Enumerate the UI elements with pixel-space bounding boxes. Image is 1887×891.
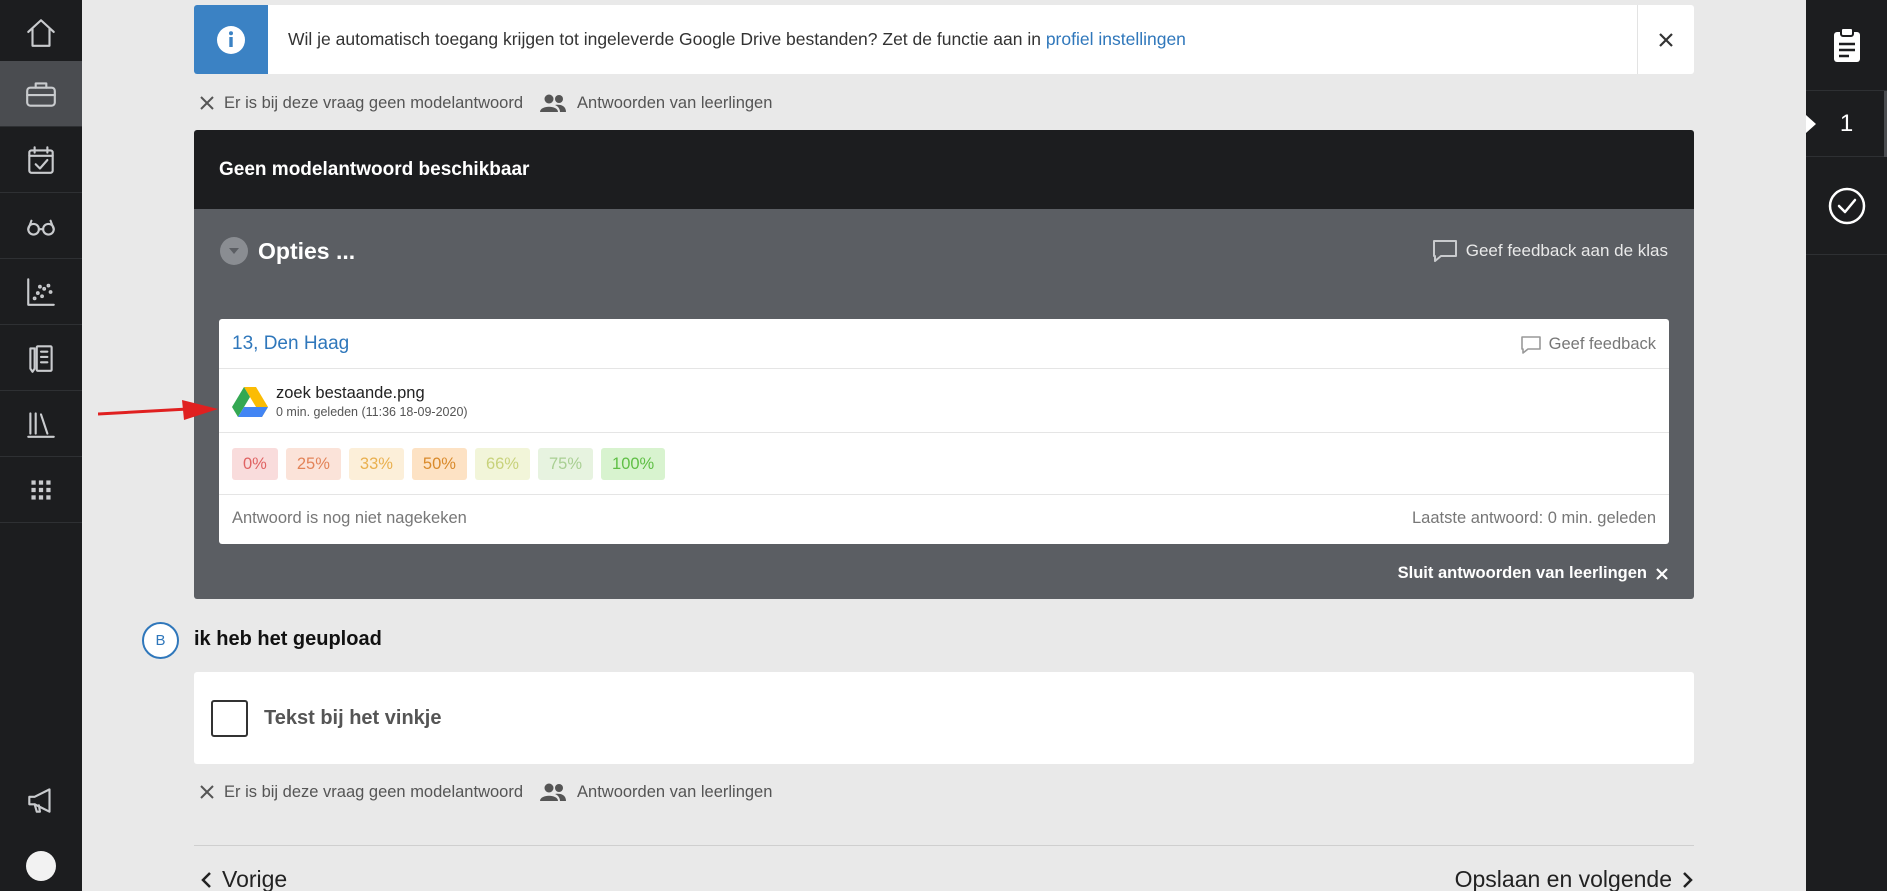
library-icon: [27, 411, 55, 438]
sidebar-item-glasses[interactable]: [0, 193, 82, 259]
chevron-down-icon: [220, 237, 248, 265]
student-answers-toggle[interactable]: Antwoorden van leerlingen: [539, 93, 772, 113]
class-feedback-label: Geef feedback aan de klas: [1465, 241, 1668, 260]
checkbox-card: Tekst bij het vinkje: [194, 672, 1694, 764]
question-a-meta: Er is bij deze vraag geen modelantwoord …: [200, 90, 788, 116]
question-b-meta: Er is bij deze vraag geen modelantwoord …: [200, 779, 788, 805]
apps-grid-icon: [31, 479, 51, 500]
model-answer-header: Geen modelantwoord beschikbaar: [194, 130, 1694, 209]
close-student-answers-button[interactable]: Sluit antwoorden van leerlingen: [1398, 564, 1668, 583]
question-nav-item-1[interactable]: 1: [1806, 91, 1887, 157]
home-icon: [27, 18, 55, 47]
student-answers-toggle[interactable]: Antwoorden van leerlingen: [539, 782, 772, 802]
checkbox-label: Tekst bij het vinkje: [264, 706, 442, 729]
clipboard-button[interactable]: [1806, 0, 1887, 91]
student-answers-label: Antwoorden van leerlingen: [577, 782, 773, 801]
grade-button[interactable]: 0%: [232, 448, 278, 480]
close-icon: [200, 785, 214, 799]
file-name: zoek bestaande.png: [276, 384, 425, 402]
uploaded-file[interactable]: zoek bestaande.png 0 min. geleden (11:36…: [232, 384, 468, 419]
sidebar-item-home[interactable]: [0, 0, 82, 66]
sidebar-item-library[interactable]: [0, 391, 82, 457]
info-banner: Wil je automatisch toegang krijgen tot i…: [194, 5, 1694, 74]
grade-button[interactable]: 66%: [474, 448, 530, 480]
class-feedback-button[interactable]: Geef feedback aan de klas: [1432, 239, 1668, 263]
scatter-chart-icon: [27, 277, 55, 306]
give-feedback-label: Geef feedback: [1548, 335, 1656, 353]
glasses-icon: [27, 219, 55, 236]
close-icon: [200, 96, 214, 110]
question-number: 1: [1839, 109, 1854, 137]
student-answers-panel: Opties ... Geef feedback aan de klas 13,…: [194, 209, 1694, 599]
file-timestamp: 0 min. geleden (11:36 18-09-2020): [276, 405, 468, 419]
google-drive-icon: [232, 386, 268, 417]
check-button[interactable]: [1806, 157, 1887, 255]
sidebar-item-announcements[interactable]: [0, 767, 82, 833]
sidebar-item-apps[interactable]: [0, 457, 82, 523]
banner-close-button[interactable]: [1637, 5, 1694, 74]
answer-checkbox[interactable]: [211, 699, 248, 737]
student-name-link[interactable]: 13, Den Haag: [232, 333, 349, 355]
info-icon: [194, 5, 268, 74]
banner-text: Wil je automatisch toegang krijgen tot i…: [288, 29, 1046, 49]
question-letter-badge: B: [142, 622, 179, 659]
grades-row: 0% 25% 33% 50% 66% 75% 100%: [219, 433, 1669, 495]
right-panel: 1: [1806, 0, 1887, 891]
chevron-left-icon: [201, 871, 211, 888]
comment-icon: [1432, 240, 1457, 262]
grade-button[interactable]: 50%: [411, 448, 467, 480]
profile-settings-link[interactable]: profiel instellingen: [1046, 29, 1186, 49]
options-label: Opties ...: [258, 237, 356, 264]
users-icon: [540, 94, 567, 112]
close-icon: [1659, 32, 1673, 47]
calendar-check-icon: [28, 145, 54, 174]
red-arrow-annotation: [98, 400, 218, 420]
grade-buttons: 0% 25% 33% 50% 66% 75% 100%: [232, 448, 673, 480]
chevron-right-icon: [1683, 871, 1693, 888]
file-row-container: zoek bestaande.png 0 min. geleden (11:36…: [219, 369, 1669, 433]
footer-divider: [194, 845, 1694, 846]
banner-message: Wil je automatisch toegang krijgen tot i…: [268, 29, 1637, 50]
sidebar-item-briefcase[interactable]: [0, 61, 82, 127]
student-answers-label: Antwoorden van leerlingen: [577, 93, 773, 112]
close-student-answers-label: Sluit antwoorden van leerlingen: [1397, 564, 1647, 582]
student-answer-card: 13, Den Haag Geef feedback zoek bestaand…: [219, 319, 1669, 544]
sidebar-item-calendar[interactable]: [0, 127, 82, 193]
check-circle-icon: [1828, 187, 1865, 224]
clipboard-icon: [1833, 27, 1860, 62]
grade-button[interactable]: 100%: [601, 448, 666, 480]
grading-status: Antwoord is nog niet nagekeken: [232, 509, 467, 527]
megaphone-icon: [28, 788, 51, 813]
options-toggle[interactable]: Opties ...: [220, 237, 355, 265]
sidebar-item-book[interactable]: [0, 325, 82, 391]
avatar-icon: [26, 851, 56, 881]
comment-icon: [1520, 335, 1541, 354]
briefcase-icon: [26, 81, 56, 107]
question-title: ik heb het geupload: [194, 628, 382, 650]
save-and-next-button[interactable]: Opslaan en volgende: [1455, 866, 1694, 891]
grade-button[interactable]: 33%: [348, 448, 404, 480]
no-model-answer[interactable]: Er is bij deze vraag geen modelantwoord: [200, 783, 523, 802]
grade-button[interactable]: 25%: [285, 448, 341, 480]
give-feedback-button[interactable]: Geef feedback: [1520, 335, 1656, 354]
no-model-answer-label: Er is bij deze vraag geen modelantwoord: [224, 93, 524, 112]
card-header-row: 13, Den Haag Geef feedback: [219, 319, 1669, 369]
left-sidebar: [0, 0, 82, 891]
no-model-answer-label: Er is bij deze vraag geen modelantwoord: [224, 782, 524, 801]
previous-button[interactable]: Vorige: [200, 866, 287, 891]
sidebar-item-scatter[interactable]: [0, 259, 82, 325]
save-and-next-label: Opslaan en volgende: [1454, 866, 1672, 891]
caret-right-icon: [1806, 115, 1816, 133]
sidebar-item-profile[interactable]: [0, 833, 82, 891]
close-icon: [1656, 567, 1668, 580]
book-pencil-icon: [29, 344, 53, 373]
last-answer-time: Laatste antwoord: 0 min. geleden: [1412, 509, 1656, 527]
grade-button[interactable]: 75%: [537, 448, 594, 480]
previous-label: Vorige: [222, 866, 288, 891]
no-model-answer[interactable]: Er is bij deze vraag geen modelantwoord: [200, 94, 523, 113]
users-icon: [540, 783, 567, 801]
